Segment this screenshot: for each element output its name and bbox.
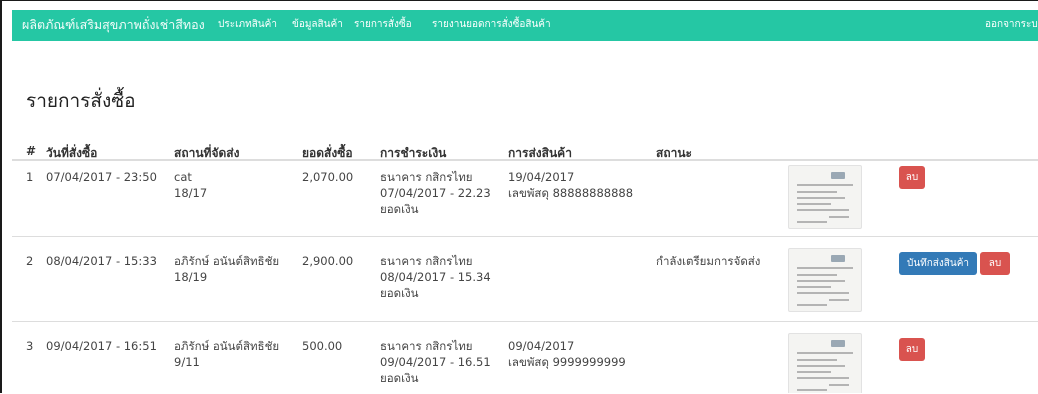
order-total: 500.00 [302,339,343,353]
tracking-number: เลขพัสดุ 9999999999 [508,355,626,369]
logout-link[interactable]: ออกจากระบ [985,17,1038,32]
brand-link[interactable]: ผลิตภัณฑ์เสริมสุขภาพถั่งเช่าสีทอง [22,15,205,35]
payment-slip-thumbnail[interactable] [788,248,862,312]
delete-button[interactable]: ลบ [980,252,1010,275]
nav-item-products[interactable]: ข้อมูลสินค้า [292,17,343,32]
payment-datetime: 08/04/2017 - 15.34 [380,270,491,284]
order-total: 2,070.00 [302,170,354,184]
payment-bank: ธนาคาร กสิกรไทย [380,339,473,353]
order-date: 08/04/2017 - 15:33 [46,254,157,268]
order-date: 09/04/2017 - 16:51 [46,339,157,353]
nav-item-categories[interactable]: ประเภทสินค้า [218,17,277,32]
payment-amount-label: ยอดเงิน [380,202,419,216]
row-divider [12,321,1038,322]
payment-slip-thumbnail[interactable] [788,165,862,229]
payment-amount-label: ยอดเงิน [380,286,419,300]
shipping-date: 19/04/2017 [508,170,575,184]
address-line-1: อภิรักษ์ อนันต์สิทธิชัย [174,339,280,353]
navbar: ผลิตภัณฑ์เสริมสุขภาพถั่งเช่าสีทอง ประเภท… [12,10,1038,41]
order-status: กำลังเตรียมการจัดส่ง [656,254,761,268]
payment-datetime: 07/04/2017 - 22.23 [380,186,491,200]
address-line-1: อภิรักษ์ อนันต์สิทธิชัย [174,254,280,268]
address-line-1: cat [174,170,192,184]
app-frame: ผลิตภัณฑ์เสริมสุขภาพถั่งเช่าสีทอง ประเภท… [0,0,1038,393]
payment-bank: ธนาคาร กสิกรไทย [380,254,473,268]
row-divider [12,236,1038,237]
nav-item-sales-report[interactable]: รายงานยอดการสั่งซื้อสินค้า [432,17,551,32]
page-title: รายการสั่งซื้อ [26,90,136,112]
address-line-2: 9/11 [174,355,200,369]
column-header-number: # [26,144,37,158]
row-number: 2 [26,254,34,268]
address-line-2: 18/17 [174,186,208,200]
record-shipment-button[interactable]: บันทึกส่งสินค้า [899,252,977,275]
nav-item-orders[interactable]: รายการสั่งซื้อ [354,17,412,32]
address-line-2: 18/19 [174,270,208,284]
order-total: 2,900.00 [302,254,354,268]
payment-amount-label: ยอดเงิน [380,371,419,385]
shipping-date: 09/04/2017 [508,339,575,353]
row-number: 3 [26,339,34,353]
order-date: 07/04/2017 - 23:50 [46,170,157,184]
row-number: 1 [26,170,34,184]
delete-button[interactable]: ลบ [899,166,925,189]
payment-datetime: 09/04/2017 - 16.51 [380,355,491,369]
payment-bank: ธนาคาร กสิกรไทย [380,170,473,184]
delete-button[interactable]: ลบ [899,338,925,361]
tracking-number: เลขพัสดุ 88888888888 [508,186,634,200]
payment-slip-thumbnail[interactable] [788,333,862,393]
table-header-divider [12,159,1038,161]
